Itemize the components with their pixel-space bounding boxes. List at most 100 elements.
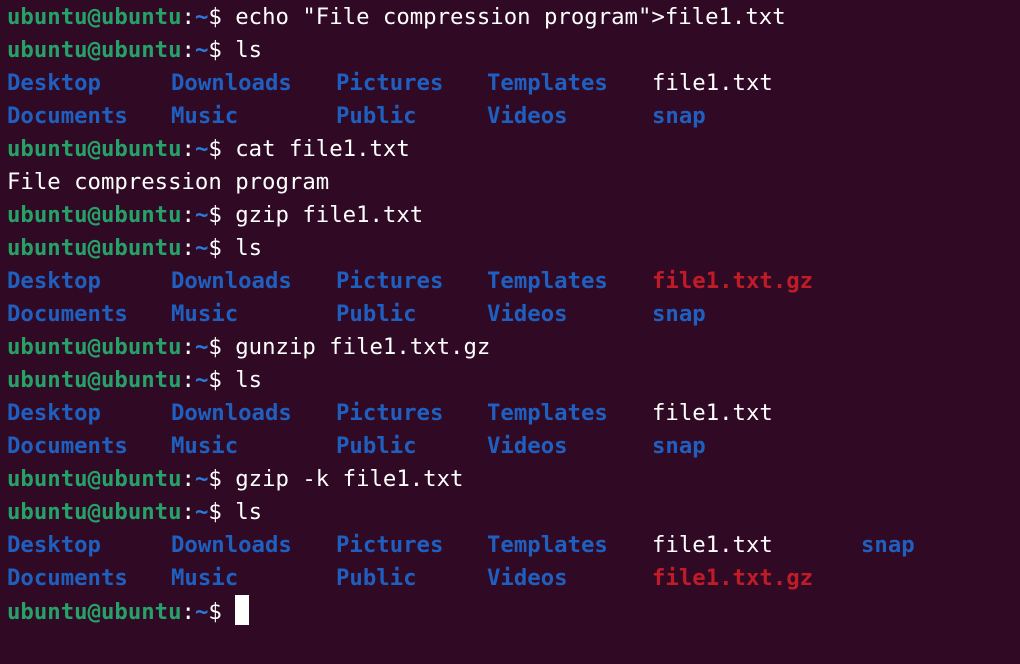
- file-entry: file1.txt: [652, 400, 773, 426]
- prompt-separator: :: [181, 334, 195, 360]
- directory-entry: Public: [336, 103, 417, 129]
- prompt-separator: :: [181, 202, 195, 228]
- command-line: ubuntu@ubuntu:~$ echo "File compression …: [7, 1, 1020, 34]
- prompt-user-host: ubuntu@ubuntu: [7, 466, 182, 492]
- ls-output-row: Desktop Downloads Pictures Templates file1.t…: [7, 397, 1020, 430]
- ls-output-row: Documents Music Public Videos snap: [7, 298, 1020, 331]
- directory-entry: Pictures: [336, 268, 444, 294]
- prompt-separator: :: [181, 599, 195, 625]
- prompt-symbol: $: [208, 136, 236, 162]
- directory-entry: Desktop: [7, 268, 101, 294]
- command-line: ubuntu@ubuntu:~$ gunzip file1.txt.gz: [7, 331, 1020, 364]
- directory-entry: Videos: [487, 301, 568, 327]
- prompt-symbol: $: [208, 202, 236, 228]
- prompt-separator: :: [181, 235, 195, 261]
- command-text: cat file1.txt: [235, 136, 410, 162]
- active-prompt-line: ubuntu@ubuntu:~$: [7, 595, 1020, 628]
- prompt-separator: :: [181, 136, 195, 162]
- ls-output-row: Desktop Downloads Pictures Templates file1.t…: [7, 529, 1020, 562]
- directory-entry: Desktop: [7, 70, 101, 96]
- directory-entry: Downloads: [171, 70, 292, 96]
- text-cursor[interactable]: [235, 595, 250, 625]
- command-line: ubuntu@ubuntu:~$ ls: [7, 364, 1020, 397]
- prompt-path: ~: [194, 4, 209, 30]
- directory-entry: Documents: [7, 433, 128, 459]
- directory-entry: Pictures: [336, 70, 444, 96]
- prompt-user-host: ubuntu@ubuntu: [7, 599, 182, 625]
- command-line: ubuntu@ubuntu:~$ ls: [7, 34, 1020, 67]
- prompt-symbol: $: [208, 235, 236, 261]
- prompt-symbol: $: [208, 37, 236, 63]
- directory-entry: Downloads: [171, 400, 292, 426]
- command-text: echo "File compression program">file1.tx…: [235, 4, 786, 30]
- prompt-path: ~: [194, 367, 209, 393]
- archive-file-entry: file1.txt.gz: [652, 565, 814, 591]
- directory-entry: Templates: [487, 70, 608, 96]
- prompt-separator: :: [181, 37, 195, 63]
- prompt-user-host: ubuntu@ubuntu: [7, 136, 182, 162]
- command-text: gunzip file1.txt.gz: [235, 334, 491, 360]
- prompt-symbol: $: [208, 466, 236, 492]
- command-text: ls: [235, 37, 263, 63]
- directory-entry: snap: [652, 103, 706, 129]
- directory-entry: Templates: [487, 400, 608, 426]
- prompt-path: ~: [194, 499, 209, 525]
- directory-entry: Music: [171, 433, 239, 459]
- prompt-path: ~: [194, 466, 209, 492]
- command-text: gzip file1.txt: [235, 202, 424, 228]
- prompt-path: ~: [194, 235, 209, 261]
- ls-output-row: Desktop Downloads Pictures Templates file1.t…: [7, 67, 1020, 100]
- directory-entry: Music: [171, 565, 239, 591]
- directory-entry: Public: [336, 301, 417, 327]
- directory-entry: Documents: [7, 301, 128, 327]
- prompt-user-host: ubuntu@ubuntu: [7, 37, 182, 63]
- prompt-separator: :: [181, 367, 195, 393]
- directory-entry: Pictures: [336, 532, 444, 558]
- prompt-user-host: ubuntu@ubuntu: [7, 334, 182, 360]
- file-entry: file1.txt: [652, 532, 773, 558]
- directory-entry: Documents: [7, 103, 128, 129]
- directory-entry: Public: [336, 565, 417, 591]
- command-line: ubuntu@ubuntu:~$ gzip file1.txt: [7, 199, 1020, 232]
- command-line: ubuntu@ubuntu:~$ ls: [7, 496, 1020, 529]
- prompt-symbol: $: [208, 4, 236, 30]
- prompt-separator: :: [181, 499, 195, 525]
- archive-file-entry: file1.txt.gz: [652, 268, 814, 294]
- command-line: ubuntu@ubuntu:~$ ls: [7, 232, 1020, 265]
- prompt-symbol: $: [208, 499, 236, 525]
- prompt-user-host: ubuntu@ubuntu: [7, 4, 182, 30]
- directory-entry: Videos: [487, 103, 568, 129]
- prompt-separator: :: [181, 466, 195, 492]
- directory-entry: Documents: [7, 565, 128, 591]
- command-line: ubuntu@ubuntu:~$ gzip -k file1.txt: [7, 463, 1020, 496]
- directory-entry: Public: [336, 433, 417, 459]
- directory-entry: Templates: [487, 268, 608, 294]
- directory-entry: Videos: [487, 565, 568, 591]
- directory-entry: snap: [861, 532, 915, 558]
- file-entry: file1.txt: [652, 70, 773, 96]
- prompt-symbol: $: [208, 334, 236, 360]
- command-text: gzip -k file1.txt: [235, 466, 464, 492]
- prompt-separator: :: [181, 4, 195, 30]
- prompt-path: ~: [194, 202, 209, 228]
- directory-entry: Music: [171, 103, 239, 129]
- directory-entry: snap: [652, 433, 706, 459]
- directory-entry: Videos: [487, 433, 568, 459]
- directory-entry: Templates: [487, 532, 608, 558]
- prompt-user-host: ubuntu@ubuntu: [7, 202, 182, 228]
- command-text: ls: [235, 235, 263, 261]
- ls-output-row: Documents Music Public Videos file1.txt.gz: [7, 562, 1020, 595]
- directory-entry: Music: [171, 301, 239, 327]
- directory-entry: Desktop: [7, 532, 101, 558]
- directory-entry: Downloads: [171, 532, 292, 558]
- prompt-path: ~: [194, 37, 209, 63]
- ls-output-row: Desktop Downloads Pictures Templates file1.t…: [7, 265, 1020, 298]
- prompt-symbol: $: [208, 599, 236, 625]
- prompt-user-host: ubuntu@ubuntu: [7, 499, 182, 525]
- terminal-window[interactable]: ubuntu@ubuntu:~$ echo "File compression …: [0, 0, 1020, 664]
- directory-entry: Desktop: [7, 400, 101, 426]
- command-text: ls: [235, 367, 263, 393]
- prompt-path: ~: [194, 599, 209, 625]
- command-text: ls: [235, 499, 263, 525]
- ls-output-row: Documents Music Public Videos snap: [7, 100, 1020, 133]
